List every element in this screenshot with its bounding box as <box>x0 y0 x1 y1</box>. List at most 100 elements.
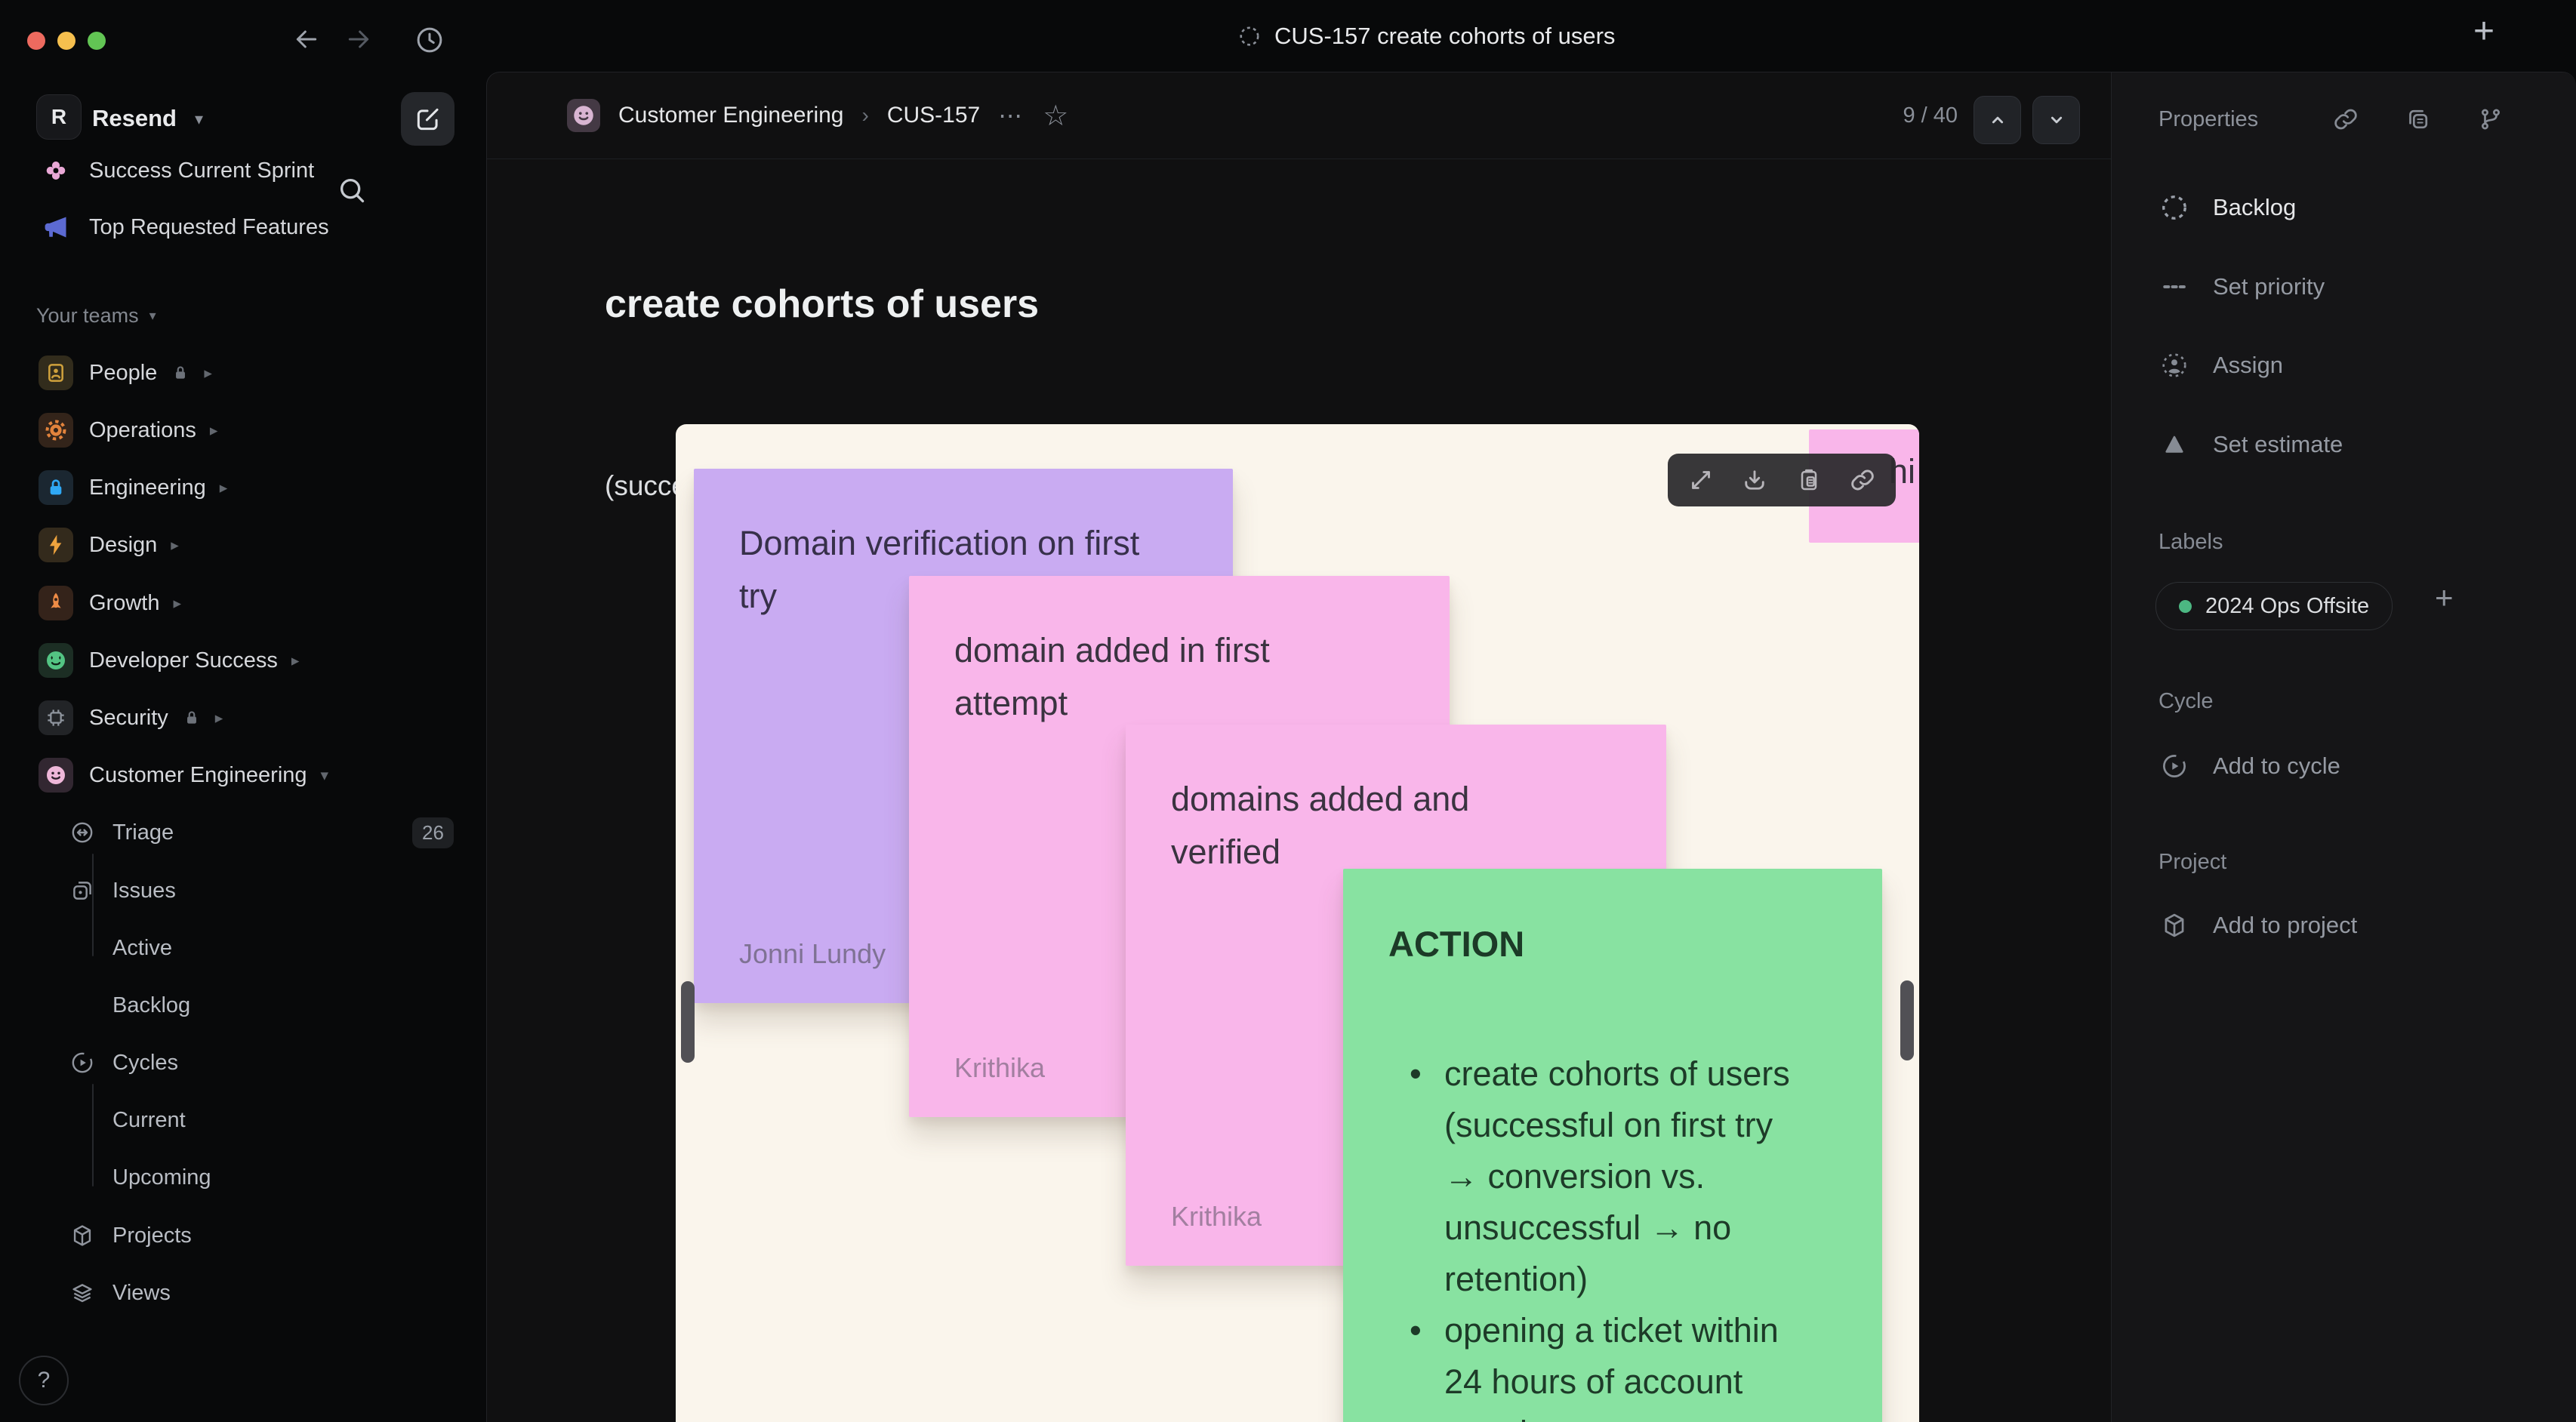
link-icon[interactable] <box>1849 466 1876 494</box>
sidebar-team-engineering[interactable]: Engineering ▸ <box>0 459 476 516</box>
add-to-cycle-row[interactable]: Add to cycle <box>2160 743 2340 789</box>
sticky-author: Krithika <box>954 1052 1046 1083</box>
sidebar-item-label: Views <box>112 1280 171 1305</box>
git-branch-icon[interactable] <box>2477 106 2504 133</box>
issue-position-counter: 9 / 40 <box>1903 103 1958 128</box>
favorite-star-icon[interactable]: ☆ <box>1043 99 1068 133</box>
status-row[interactable]: Backlog <box>2160 185 2296 230</box>
add-to-project-row[interactable]: Add to project <box>2160 903 2357 948</box>
caret-down-icon[interactable]: ▾ <box>321 766 329 785</box>
breadcrumb-team[interactable]: Customer Engineering <box>618 103 844 128</box>
minimize-window-button[interactable] <box>57 32 75 50</box>
copy-to-clipboard-icon[interactable] <box>1795 466 1823 494</box>
add-label-button[interactable]: + <box>2435 580 2454 616</box>
sidebar-team-people[interactable]: People ▸ <box>0 344 476 402</box>
cube-icon <box>2165 913 2184 937</box>
previous-issue-button[interactable] <box>1974 96 2021 144</box>
new-issue-button[interactable] <box>401 92 454 146</box>
sidebar-item-label: Issues <box>112 878 176 903</box>
sticky-title: ACTION <box>1388 924 1525 964</box>
sidebar-team-security[interactable]: Security ▸ <box>0 689 476 746</box>
sidebar-item-label: Triage <box>112 820 174 845</box>
sidebar-item-success-current-sprint[interactable]: Success Current Sprint <box>0 142 476 199</box>
forward-icon[interactable] <box>344 24 374 54</box>
sidebar-item-backlog[interactable]: Backlog <box>0 977 476 1034</box>
content-card: Customer Engineering › CUS-157 ⋯ ☆ 9 / 4… <box>486 72 2576 1422</box>
chevron-down-icon: ▾ <box>195 109 204 128</box>
close-window-button[interactable] <box>27 32 45 50</box>
image-resize-handle-right[interactable] <box>1900 980 1914 1060</box>
estimate-triangle-icon <box>2165 436 2183 453</box>
tab-title: CUS-157 create cohorts of users <box>1274 22 1616 49</box>
chevron-right-icon[interactable]: ▸ <box>171 536 179 555</box>
label-color-dot <box>2179 599 2192 613</box>
issue-title[interactable]: create cohorts of users <box>605 282 1039 327</box>
sidebar-item-views[interactable]: Views <box>0 1264 476 1322</box>
chevron-right-icon[interactable]: ▸ <box>291 651 300 670</box>
sidebar-team-customer-engineering[interactable]: Customer Engineering ▾ <box>0 746 476 804</box>
sidebar-item-upcoming[interactable]: Upcoming <box>0 1149 476 1206</box>
sidebar-team-operations[interactable]: Operations ▸ <box>0 402 476 459</box>
megaphone-icon <box>42 214 69 241</box>
sticky-bullet: create cohorts of users (successful on f… <box>1388 1048 1811 1305</box>
sidebar-item-issues[interactable]: Issues <box>0 862 476 919</box>
expand-icon[interactable] <box>1687 466 1715 494</box>
next-issue-button[interactable] <box>2032 96 2080 144</box>
chevron-right-icon[interactable]: ▸ <box>173 594 181 613</box>
help-button[interactable]: ? <box>19 1356 69 1405</box>
sidebar-team-growth[interactable]: Growth ▸ <box>0 574 476 632</box>
cycle-icon <box>69 1050 95 1076</box>
sidebar-item-triage[interactable]: Triage 26 <box>0 804 476 861</box>
set-estimate-row[interactable]: Set estimate <box>2160 422 2343 467</box>
sidebar-item-cycles[interactable]: Cycles <box>0 1034 476 1091</box>
chevron-right-icon[interactable]: ▸ <box>215 709 223 728</box>
backlog-dashed-circle-icon <box>2162 195 2186 220</box>
breadcrumb-issue-id[interactable]: CUS-157 <box>887 103 980 128</box>
team-label: Engineering <box>89 475 206 500</box>
copy-link-icon[interactable] <box>2332 106 2359 133</box>
sidebar-item-projects[interactable]: Projects <box>0 1207 476 1264</box>
sidebar-item-active[interactable]: Active <box>0 919 476 977</box>
set-priority-label: Set priority <box>2213 273 2325 300</box>
sticky-bullet: opening a ticket within 24 hours of acco… <box>1388 1305 1811 1422</box>
whiteboard-image[interactable]: Domain verification on first try Jonni L… <box>676 424 1919 1422</box>
sidebar-item-label: Active <box>112 935 172 960</box>
sticky-author: Jonni Lundy <box>739 938 886 969</box>
new-tab-button[interactable]: + <box>2473 14 2494 50</box>
chevron-right-icon[interactable]: ▸ <box>204 364 212 383</box>
history-clock-icon[interactable] <box>414 24 444 54</box>
project-section-header: Project <box>2158 850 2227 874</box>
more-options-icon[interactable]: ⋯ <box>998 101 1025 130</box>
lightning-icon <box>39 528 73 562</box>
sidebar-item-current[interactable]: Current <box>0 1091 476 1149</box>
sidebar-item-top-requested-features[interactable]: Top Requested Features <box>0 199 476 256</box>
chevron-right-icon[interactable]: ▸ <box>210 421 218 440</box>
set-priority-row[interactable]: Set priority <box>2160 264 2325 309</box>
triage-icon <box>69 820 95 845</box>
breadcrumb: Customer Engineering › CUS-157 ⋯ ☆ <box>567 72 1068 159</box>
flower-icon <box>42 157 69 184</box>
issues-icon <box>69 878 95 903</box>
active-tab[interactable]: CUS-157 create cohorts of users <box>1238 0 1615 72</box>
sidebar-item-label: Cycles <box>112 1050 179 1075</box>
workspace-logo[interactable]: R <box>36 94 82 140</box>
image-hover-toolbar <box>1668 454 1896 506</box>
image-resize-handle-left[interactable] <box>681 981 695 1063</box>
download-icon[interactable] <box>1741 466 1768 494</box>
workspace-switcher[interactable]: Resend <box>92 105 177 132</box>
team-label: Operations <box>89 417 196 442</box>
assign-row[interactable]: Assign <box>2160 343 2283 388</box>
your-teams-label: Your teams <box>36 304 139 327</box>
back-icon[interactable] <box>291 24 322 54</box>
chevron-right-icon[interactable]: ▸ <box>220 479 228 497</box>
linear-app-window: CUS-157 create cohorts of users + R Rese… <box>0 0 2576 1422</box>
sidebar-team-design[interactable]: Design ▸ <box>0 516 476 574</box>
sticky-author: Krithika <box>1171 1201 1262 1232</box>
zoom-window-button[interactable] <box>88 32 106 50</box>
your-teams-section-header[interactable]: Your teams ▾ <box>36 304 156 328</box>
team-label: Design <box>89 532 158 557</box>
sidebar-team-developer-success[interactable]: Developer Success ▸ <box>0 632 476 689</box>
copy-id-icon[interactable] <box>2405 106 2432 133</box>
label-tag-2024-ops-offsite[interactable]: 2024 Ops Offsite <box>2155 582 2393 630</box>
layers-icon <box>69 1280 95 1306</box>
